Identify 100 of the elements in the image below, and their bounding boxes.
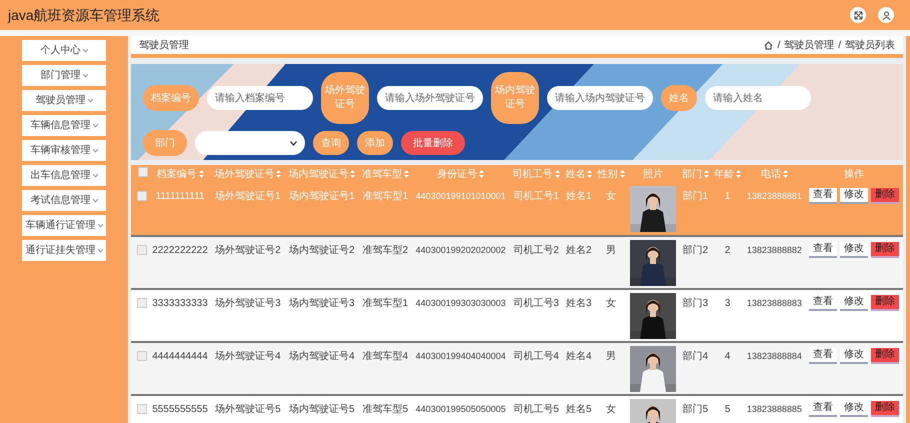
sidebar-item[interactable]: 通行证挂失管理 [22,240,106,261]
column-header: 性别 [598,168,618,180]
field-label: 场内驾驶证号 [491,72,539,124]
checkbox[interactable] [137,351,147,361]
table-cell: 男 [606,245,616,256]
view-button[interactable]: 查看 [809,348,838,364]
sidebar-item[interactable]: 部门管理 [22,65,106,86]
table-cell: 女 [606,404,616,415]
column-header: 操作 [844,168,864,180]
table-cell: 场内驾驶证号4 [289,351,355,362]
sort-icon[interactable] [620,170,625,178]
table-cell: 准驾车型2 [362,245,408,256]
sort-icon[interactable] [782,170,788,178]
caret-icon [88,98,92,102]
search-field[interactable]: 请输入场内驾驶证号 [547,86,653,110]
table-row[interactable]: 3333333333 场外驾驶证号3 场内驾驶证号3 准驾车型1 440300199303030003 司机工号3 姓名3 女 部门3 3 13823888883 查看 修改 删除 [131,289,903,342]
sidebar-item[interactable]: 出车信息管理 [22,165,106,186]
view-button[interactable]: 查看 [809,188,838,204]
delete-button[interactable]: 删除 [871,295,900,311]
table-cell: 场内驾驶证号3 [289,298,355,309]
page-title: 驾驶员管理 [139,38,189,52]
table-cell: 440300199303030003 [416,298,506,308]
table-cell: 男 [606,351,616,362]
sidebar-item[interactable]: 车辆通行证管理 [22,215,106,236]
table-cell: 准驾车型4 [362,351,408,362]
column-header: 场外驾驶证号 [214,168,274,180]
home-icon[interactable] [764,40,774,50]
table-cell: 13823888885 [746,404,802,414]
caret-icon [98,224,102,228]
column-header: 场内驾驶证号 [288,168,348,180]
sidebar-item[interactable]: 考试信息管理 [22,190,106,211]
edit-button[interactable]: 修改 [840,348,868,364]
sort-icon[interactable] [587,170,592,178]
table-cell: 姓名4 [566,351,592,362]
sidebar-item[interactable]: 个人中心 [22,40,106,61]
table-cell: 场外驾驶证号4 [215,351,281,362]
view-button[interactable]: 查看 [809,401,838,417]
user-icon[interactable] [878,7,894,23]
table-cell: 场内驾驶证号5 [289,404,355,415]
checkbox[interactable] [138,166,148,176]
column-header: 司机工号 [512,168,553,180]
checkbox[interactable] [137,298,147,308]
batch-delete-button[interactable]: 批量删除 [401,131,465,155]
sort-icon[interactable] [479,170,484,178]
edit-button[interactable]: 修改 [840,401,868,417]
sidebar-item[interactable]: 驾驶员管理 [22,90,106,111]
edit-button[interactable]: 修改 [840,295,868,311]
table-cell: 姓名1 [566,191,592,202]
fullscreen-icon[interactable] [850,7,866,23]
view-button[interactable]: 查看 [809,242,838,258]
sort-icon[interactable] [198,170,204,178]
sort-icon[interactable] [350,170,356,178]
checkbox[interactable] [137,191,147,201]
sidebar-item[interactable]: 车辆审核管理 [22,140,106,161]
delete-button[interactable]: 删除 [871,188,900,204]
table-row[interactable]: 5555555555 场外驾驶证号5 场内驾驶证号5 准驾车型5 440300199505050005 司机工号5 姓名5 女 部门5 5 13823888885 查看 修改 删除 [131,395,903,423]
edit-button[interactable]: 修改 [840,188,868,204]
delete-button[interactable]: 删除 [871,401,900,417]
table-cell: 13823888883 [746,298,802,308]
caret-icon [82,74,88,78]
delete-button[interactable]: 删除 [871,242,900,258]
search-field[interactable]: 请输入档案编号 [207,86,313,110]
view-button[interactable]: 查看 [809,295,838,311]
caret-icon [92,198,98,202]
breadcrumb-link[interactable]: 驾驶员列表 [845,38,895,52]
table-cell: 部门5 [682,404,708,415]
sort-icon[interactable] [404,170,409,178]
column-header: 部门 [682,168,702,180]
table-cell: 4 [724,351,730,362]
table-cell: 5 [724,404,730,415]
delete-button[interactable]: 删除 [871,348,900,364]
table-row[interactable]: 2222222222 场外驾驶证号2 场内驾驶证号2 准驾车型2 440300199202020002 司机工号2 姓名2 男 部门2 2 13823888882 查看 修改 删除 [131,236,903,289]
app-title: java航班资源车管理系统 [8,6,160,25]
table-cell: 姓名2 [566,245,592,256]
column-header: 准驾车型 [362,168,402,180]
search-field[interactable]: 请输入场外驾驶证号 [377,86,483,110]
table-cell: 2222222222 [152,245,208,256]
breadcrumb-link[interactable]: 驾驶员管理 [784,38,834,52]
table-cell: 准驾车型1 [362,298,408,309]
table-cell: 4444444444 [152,351,208,362]
sort-icon[interactable] [704,170,709,178]
sidebar-item[interactable]: 车辆信息管理 [22,115,106,136]
edit-button[interactable]: 修改 [840,242,868,258]
table-cell: 3333333333 [152,298,208,309]
table-cell: 2 [724,245,730,256]
table-cell: 场外驾驶证号3 [215,298,281,309]
search-field[interactable]: 请输入姓名 [705,86,811,110]
department-select[interactable] [195,131,305,155]
sort-icon[interactable] [736,170,742,178]
table-cell: 部门2 [682,245,708,256]
table-row[interactable]: 4444444444 场外驾驶证号4 场内驾驶证号4 准驾车型4 440300199404040004 司机工号4 姓名4 男 部门4 4 13823888884 查看 修改 删除 [131,342,903,395]
chevron-icon [290,140,297,146]
checkbox[interactable] [137,245,147,255]
sort-icon[interactable] [554,170,560,178]
table-cell: 司机工号4 [513,351,559,362]
table-cell: 13823888881 [746,191,802,201]
sort-icon[interactable] [276,170,282,178]
table-row[interactable]: 1111111111 场外驾驶证号1 场内驾驶证号1 准驾车型1 440300199101010001 司机工号1 姓名1 女 部门1 1 13823888881 查看 修改 删除 [131,183,903,236]
caret-icon [82,48,88,52]
checkbox[interactable] [137,404,147,414]
